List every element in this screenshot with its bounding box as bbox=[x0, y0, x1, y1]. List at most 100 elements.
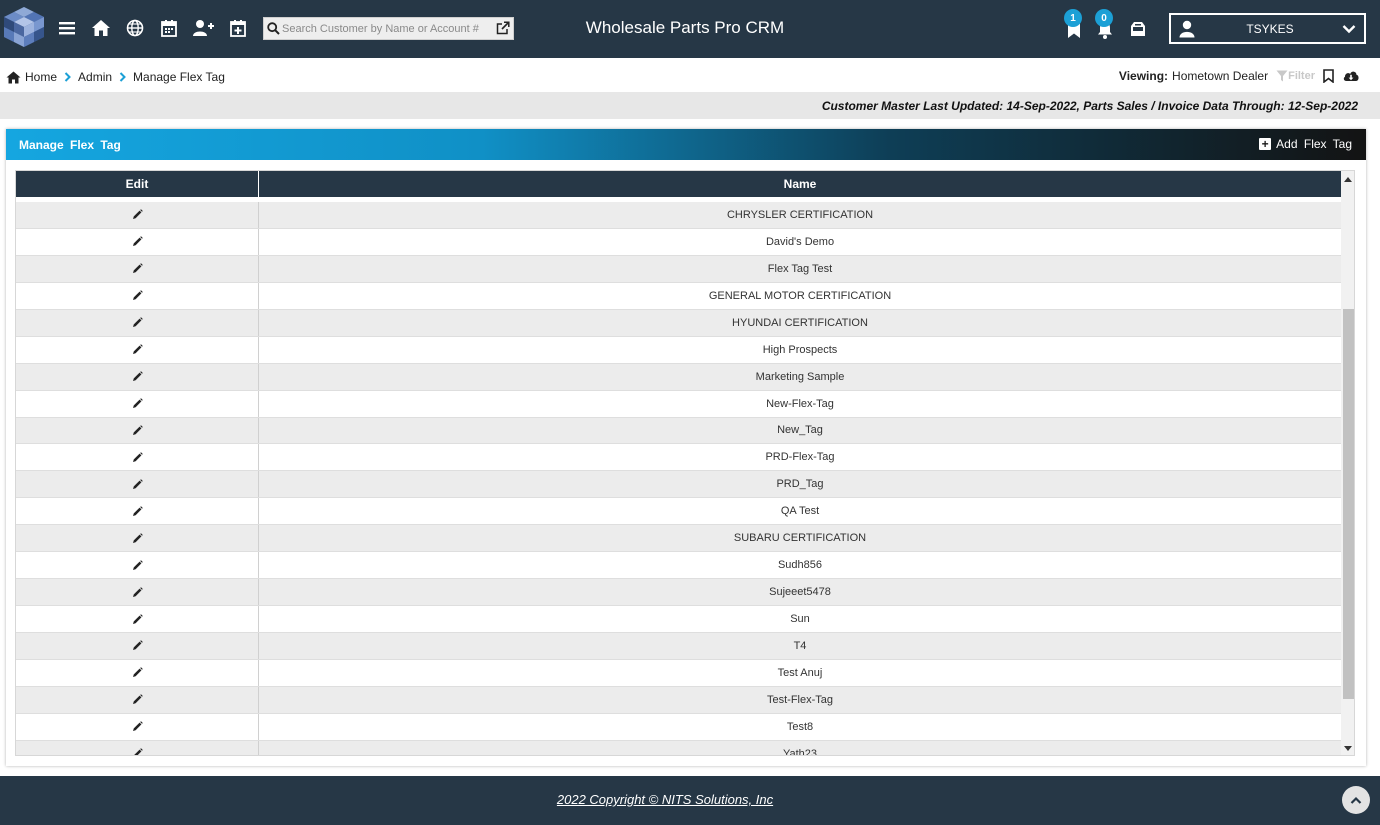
table-row: HYUNDAI CERTIFICATION bbox=[16, 309, 1341, 337]
customer-search[interactable] bbox=[263, 17, 514, 40]
table-row: Test8 bbox=[16, 713, 1341, 741]
edit-pencil-icon[interactable] bbox=[16, 498, 259, 525]
data-freshness-strip: Customer Master Last Updated: 14-Sep-202… bbox=[0, 92, 1380, 119]
search-icon[interactable] bbox=[267, 22, 280, 40]
flex-tag-name: High Prospects bbox=[762, 343, 838, 356]
edit-pencil-icon[interactable] bbox=[16, 579, 259, 606]
panel-title: Manage Flex Tag bbox=[19, 138, 121, 152]
chevron-down-icon[interactable] bbox=[1342, 22, 1356, 40]
table-row: SUBARU CERTIFICATION bbox=[16, 525, 1341, 553]
scroll-up-arrow[interactable] bbox=[1344, 177, 1352, 182]
scroll-down-arrow[interactable] bbox=[1344, 746, 1352, 751]
flex-tag-name: Marketing Sample bbox=[755, 370, 845, 383]
table-row: GENERAL MOTOR CERTIFICATION bbox=[16, 282, 1341, 310]
flex-tag-name: Sudh856 bbox=[777, 559, 823, 572]
edit-pencil-icon[interactable] bbox=[16, 363, 259, 390]
table-row: Yath23 bbox=[16, 740, 1341, 756]
notification-count-badge: 0 bbox=[1095, 9, 1113, 27]
edit-pencil-icon[interactable] bbox=[16, 282, 259, 309]
table-row: David's Demo bbox=[16, 228, 1341, 256]
home-icon[interactable] bbox=[6, 71, 21, 84]
chevron-up-icon bbox=[1350, 796, 1362, 804]
table-row: Sudh856 bbox=[16, 552, 1341, 580]
table-row: PRD_Tag bbox=[16, 471, 1341, 499]
calendar-plus-icon[interactable] bbox=[225, 15, 251, 41]
edit-pencil-icon[interactable] bbox=[16, 659, 259, 686]
edit-pencil-icon[interactable] bbox=[16, 417, 259, 444]
filter-icon bbox=[1276, 70, 1288, 82]
edit-pencil-icon[interactable] bbox=[16, 390, 259, 417]
breadcrumb-admin[interactable]: Admin bbox=[78, 70, 112, 84]
flex-tag-name: SUBARU CERTIFICATION bbox=[733, 532, 867, 545]
table-row: New_Tag bbox=[16, 417, 1341, 445]
edit-pencil-icon[interactable] bbox=[16, 686, 259, 713]
inbox-icon[interactable] bbox=[1128, 18, 1148, 40]
user-icon bbox=[1179, 20, 1195, 43]
logo-icon[interactable] bbox=[0, 5, 48, 49]
plus-square-icon: + bbox=[1259, 138, 1272, 150]
add-user-icon[interactable] bbox=[190, 15, 216, 41]
edit-pencil-icon[interactable] bbox=[16, 633, 259, 659]
filter-label: Filter bbox=[1288, 70, 1315, 82]
flex-tag-name: PRD-Flex-Tag bbox=[765, 451, 835, 464]
edit-pencil-icon[interactable] bbox=[16, 202, 259, 228]
edit-pencil-icon[interactable] bbox=[16, 525, 259, 552]
flex-tag-name: PRD_Tag bbox=[776, 478, 824, 491]
edit-pencil-icon[interactable] bbox=[16, 552, 259, 579]
add-flex-tag-button[interactable]: + Add Flex Tag bbox=[1259, 137, 1352, 151]
scroll-thumb[interactable] bbox=[1343, 309, 1354, 699]
edit-pencil-icon[interactable] bbox=[16, 228, 259, 255]
flex-tag-name: Test Anuj bbox=[777, 666, 823, 679]
edit-pencil-icon[interactable] bbox=[16, 471, 259, 498]
flex-tag-name: QA Test bbox=[780, 505, 820, 518]
copyright-link[interactable]: 2022 Copyright © NITS Solutions, Inc bbox=[0, 792, 1330, 807]
globe-icon[interactable] bbox=[122, 15, 148, 41]
cloud-download-icon[interactable] bbox=[1342, 69, 1360, 83]
app-title: Wholesale Parts Pro CRM bbox=[585, 18, 785, 37]
table-row: PRD-Flex-Tag bbox=[16, 444, 1341, 472]
user-menu[interactable]: TSYKES bbox=[1169, 13, 1366, 44]
breadcrumb-current: Manage Flex Tag bbox=[133, 70, 225, 84]
table-row: Flex Tag Test bbox=[16, 255, 1341, 283]
add-flex-tag-label: Add Flex Tag bbox=[1276, 137, 1352, 151]
scroll-to-top-button[interactable] bbox=[1342, 786, 1370, 814]
username: TSYKES bbox=[1246, 22, 1294, 36]
column-header-edit[interactable]: Edit bbox=[16, 171, 259, 197]
viewing-dealer[interactable]: Hometown Dealer bbox=[1172, 69, 1268, 83]
menu-icon[interactable] bbox=[54, 15, 80, 41]
table-row: New-Flex-Tag bbox=[16, 390, 1341, 418]
grid-header: Edit Name bbox=[16, 171, 1341, 197]
table-row: Sun bbox=[16, 606, 1341, 633]
data-freshness-text: Customer Master Last Updated: 14-Sep-202… bbox=[821, 99, 1358, 113]
external-link-icon[interactable] bbox=[496, 21, 510, 40]
flex-tag-grid: Edit Name CHRYSLER CERTIFICATION David's … bbox=[15, 170, 1355, 756]
edit-pencil-icon[interactable] bbox=[16, 309, 259, 336]
chevron-right-icon bbox=[119, 72, 126, 82]
home-icon[interactable] bbox=[88, 15, 114, 41]
edit-pencil-icon[interactable] bbox=[16, 255, 259, 282]
panel-header: Manage Flex Tag + Add Flex Tag bbox=[6, 129, 1366, 160]
edit-pencil-icon[interactable] bbox=[16, 606, 259, 632]
column-header-name[interactable]: Name bbox=[259, 171, 1341, 197]
flex-tag-name: Yath23 bbox=[782, 747, 818, 756]
viewing-bar: Viewing: Hometown Dealer Filter bbox=[1119, 66, 1360, 86]
manage-flex-tag-panel: Manage Flex Tag + Add Flex Tag Edit Name… bbox=[6, 129, 1366, 766]
edit-pencil-icon[interactable] bbox=[16, 740, 259, 755]
edit-pencil-icon[interactable] bbox=[16, 713, 259, 740]
flex-tag-name: Test8 bbox=[786, 720, 814, 733]
grid-scrollbar[interactable] bbox=[1341, 171, 1354, 755]
calendar-icon[interactable] bbox=[156, 15, 182, 41]
flex-tag-name: Sujeeet5478 bbox=[769, 586, 831, 599]
bookmark-icon[interactable] bbox=[1323, 69, 1334, 83]
filter-button[interactable]: Filter bbox=[1276, 70, 1315, 82]
table-row: QA Test bbox=[16, 498, 1341, 526]
search-input[interactable] bbox=[282, 19, 492, 38]
edit-pencil-icon[interactable] bbox=[16, 444, 259, 471]
grid-rows: CHRYSLER CERTIFICATION David's Demo Flex T… bbox=[16, 202, 1341, 756]
table-row: Sujeeet5478 bbox=[16, 579, 1341, 607]
breadcrumb-home[interactable]: Home bbox=[25, 70, 57, 84]
edit-pencil-icon[interactable] bbox=[16, 336, 259, 363]
table-row: T4 bbox=[16, 633, 1341, 660]
footer: 2022 Copyright © NITS Solutions, Inc bbox=[0, 776, 1380, 825]
flex-tag-name: HYUNDAI CERTIFICATION bbox=[732, 316, 868, 329]
